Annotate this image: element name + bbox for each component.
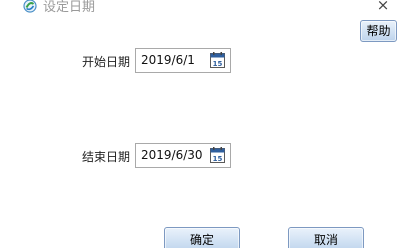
end-date-value: 2019/6/30 <box>141 148 203 162</box>
window-title: 设定日期 <box>43 0 96 15</box>
ok-button[interactable]: 确定 <box>164 227 240 248</box>
set-date-dialog: 设定日期 × 帮助 开始日期 2019/6/1 15 结束日期 2019/6/3… <box>0 0 400 248</box>
title-bar: 设定日期 × <box>0 0 400 15</box>
app-logo-icon <box>23 0 37 13</box>
start-date-label: 开始日期 <box>82 55 131 69</box>
start-date-picker[interactable]: 2019/6/1 15 <box>135 48 231 73</box>
help-button[interactable]: 帮助 <box>360 20 397 42</box>
close-button[interactable]: × <box>373 0 393 14</box>
start-date-value: 2019/6/1 <box>141 53 195 67</box>
calendar-icon[interactable]: 15 <box>210 52 225 68</box>
calendar-icon[interactable]: 15 <box>210 147 225 163</box>
end-date-picker[interactable]: 2019/6/30 15 <box>135 143 231 168</box>
cancel-button[interactable]: 取消 <box>288 227 364 248</box>
calendar-icon-day: 15 <box>213 60 223 68</box>
end-date-label: 结束日期 <box>82 150 131 164</box>
calendar-icon-day: 15 <box>213 155 223 163</box>
